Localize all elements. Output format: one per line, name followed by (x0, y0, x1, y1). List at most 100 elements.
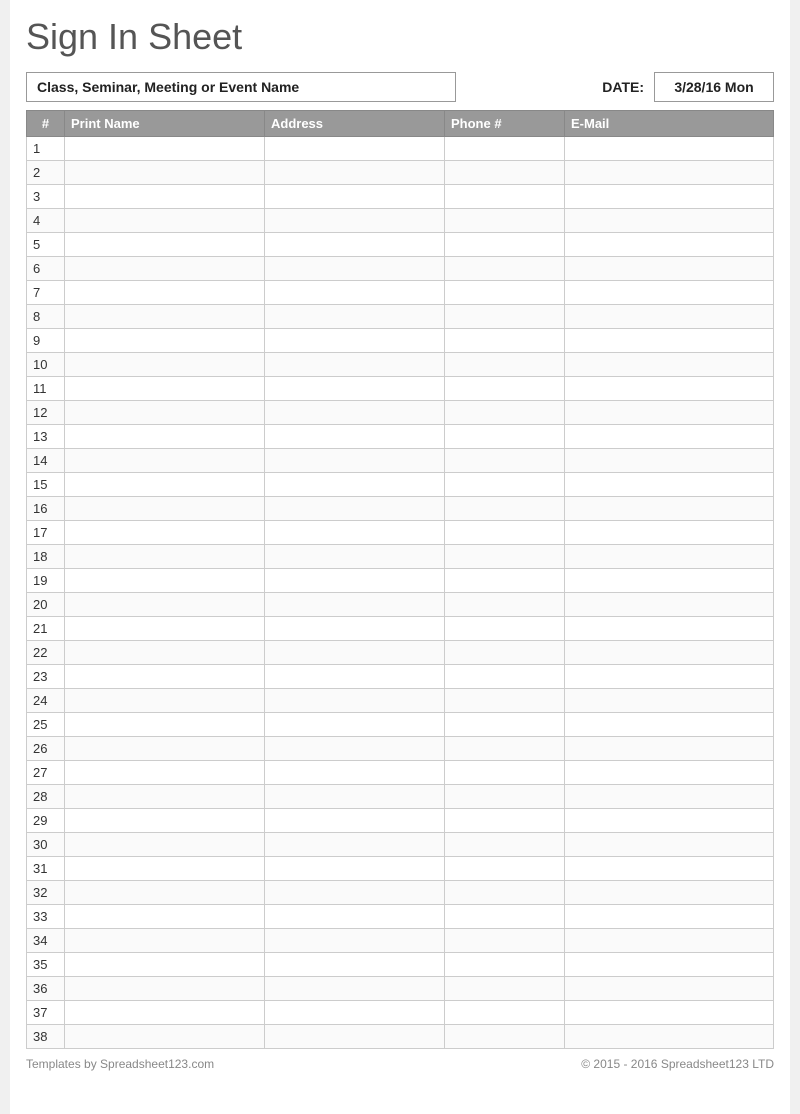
row-name[interactable] (65, 833, 265, 857)
row-name[interactable] (65, 257, 265, 281)
row-address[interactable] (265, 137, 445, 161)
row-phone[interactable] (445, 545, 565, 569)
row-name[interactable] (65, 617, 265, 641)
row-email[interactable] (565, 473, 774, 497)
row-address[interactable] (265, 665, 445, 689)
row-address[interactable] (265, 377, 445, 401)
row-email[interactable] (565, 401, 774, 425)
row-email[interactable] (565, 905, 774, 929)
row-address[interactable] (265, 401, 445, 425)
row-email[interactable] (565, 881, 774, 905)
row-phone[interactable] (445, 233, 565, 257)
row-name[interactable] (65, 689, 265, 713)
row-phone[interactable] (445, 977, 565, 1001)
row-address[interactable] (265, 449, 445, 473)
row-phone[interactable] (445, 329, 565, 353)
row-name[interactable] (65, 401, 265, 425)
row-email[interactable] (565, 377, 774, 401)
row-address[interactable] (265, 1001, 445, 1025)
row-address[interactable] (265, 305, 445, 329)
row-name[interactable] (65, 593, 265, 617)
date-value-box[interactable]: 3/28/16 Mon (654, 72, 774, 102)
row-phone[interactable] (445, 353, 565, 377)
row-phone[interactable] (445, 1001, 565, 1025)
row-phone[interactable] (445, 377, 565, 401)
row-email[interactable] (565, 353, 774, 377)
row-email[interactable] (565, 713, 774, 737)
row-email[interactable] (565, 737, 774, 761)
row-name[interactable] (65, 761, 265, 785)
row-phone[interactable] (445, 305, 565, 329)
row-phone[interactable] (445, 497, 565, 521)
row-phone[interactable] (445, 425, 565, 449)
row-address[interactable] (265, 425, 445, 449)
row-name[interactable] (65, 161, 265, 185)
row-email[interactable] (565, 449, 774, 473)
row-phone[interactable] (445, 737, 565, 761)
row-phone[interactable] (445, 689, 565, 713)
row-name[interactable] (65, 449, 265, 473)
row-email[interactable] (565, 641, 774, 665)
row-address[interactable] (265, 473, 445, 497)
row-address[interactable] (265, 569, 445, 593)
row-email[interactable] (565, 545, 774, 569)
row-name[interactable] (65, 665, 265, 689)
row-email[interactable] (565, 929, 774, 953)
row-phone[interactable] (445, 521, 565, 545)
row-phone[interactable] (445, 257, 565, 281)
row-phone[interactable] (445, 713, 565, 737)
row-name[interactable] (65, 425, 265, 449)
row-address[interactable] (265, 833, 445, 857)
row-name[interactable] (65, 953, 265, 977)
row-name[interactable] (65, 977, 265, 1001)
row-name[interactable] (65, 569, 265, 593)
row-email[interactable] (565, 257, 774, 281)
row-name[interactable] (65, 473, 265, 497)
row-address[interactable] (265, 641, 445, 665)
row-email[interactable] (565, 497, 774, 521)
row-name[interactable] (65, 545, 265, 569)
row-phone[interactable] (445, 833, 565, 857)
row-phone[interactable] (445, 473, 565, 497)
row-email[interactable] (565, 689, 774, 713)
row-address[interactable] (265, 881, 445, 905)
row-address[interactable] (265, 953, 445, 977)
row-email[interactable] (565, 1001, 774, 1025)
row-name[interactable] (65, 785, 265, 809)
row-email[interactable] (565, 593, 774, 617)
row-name[interactable] (65, 641, 265, 665)
row-name[interactable] (65, 305, 265, 329)
row-address[interactable] (265, 905, 445, 929)
row-phone[interactable] (445, 593, 565, 617)
row-phone[interactable] (445, 665, 565, 689)
row-address[interactable] (265, 929, 445, 953)
row-name[interactable] (65, 809, 265, 833)
row-email[interactable] (565, 209, 774, 233)
row-name[interactable] (65, 329, 265, 353)
row-email[interactable] (565, 233, 774, 257)
row-name[interactable] (65, 209, 265, 233)
row-email[interactable] (565, 1025, 774, 1049)
row-address[interactable] (265, 209, 445, 233)
row-address[interactable] (265, 497, 445, 521)
row-address[interactable] (265, 161, 445, 185)
row-phone[interactable] (445, 617, 565, 641)
row-email[interactable] (565, 761, 774, 785)
row-email[interactable] (565, 425, 774, 449)
row-address[interactable] (265, 593, 445, 617)
row-name[interactable] (65, 737, 265, 761)
row-name[interactable] (65, 521, 265, 545)
row-email[interactable] (565, 137, 774, 161)
row-name[interactable] (65, 929, 265, 953)
row-address[interactable] (265, 785, 445, 809)
row-address[interactable] (265, 185, 445, 209)
row-phone[interactable] (445, 881, 565, 905)
row-name[interactable] (65, 497, 265, 521)
row-name[interactable] (65, 1025, 265, 1049)
row-email[interactable] (565, 329, 774, 353)
row-email[interactable] (565, 665, 774, 689)
row-name[interactable] (65, 857, 265, 881)
row-phone[interactable] (445, 1025, 565, 1049)
row-email[interactable] (565, 617, 774, 641)
row-address[interactable] (265, 617, 445, 641)
